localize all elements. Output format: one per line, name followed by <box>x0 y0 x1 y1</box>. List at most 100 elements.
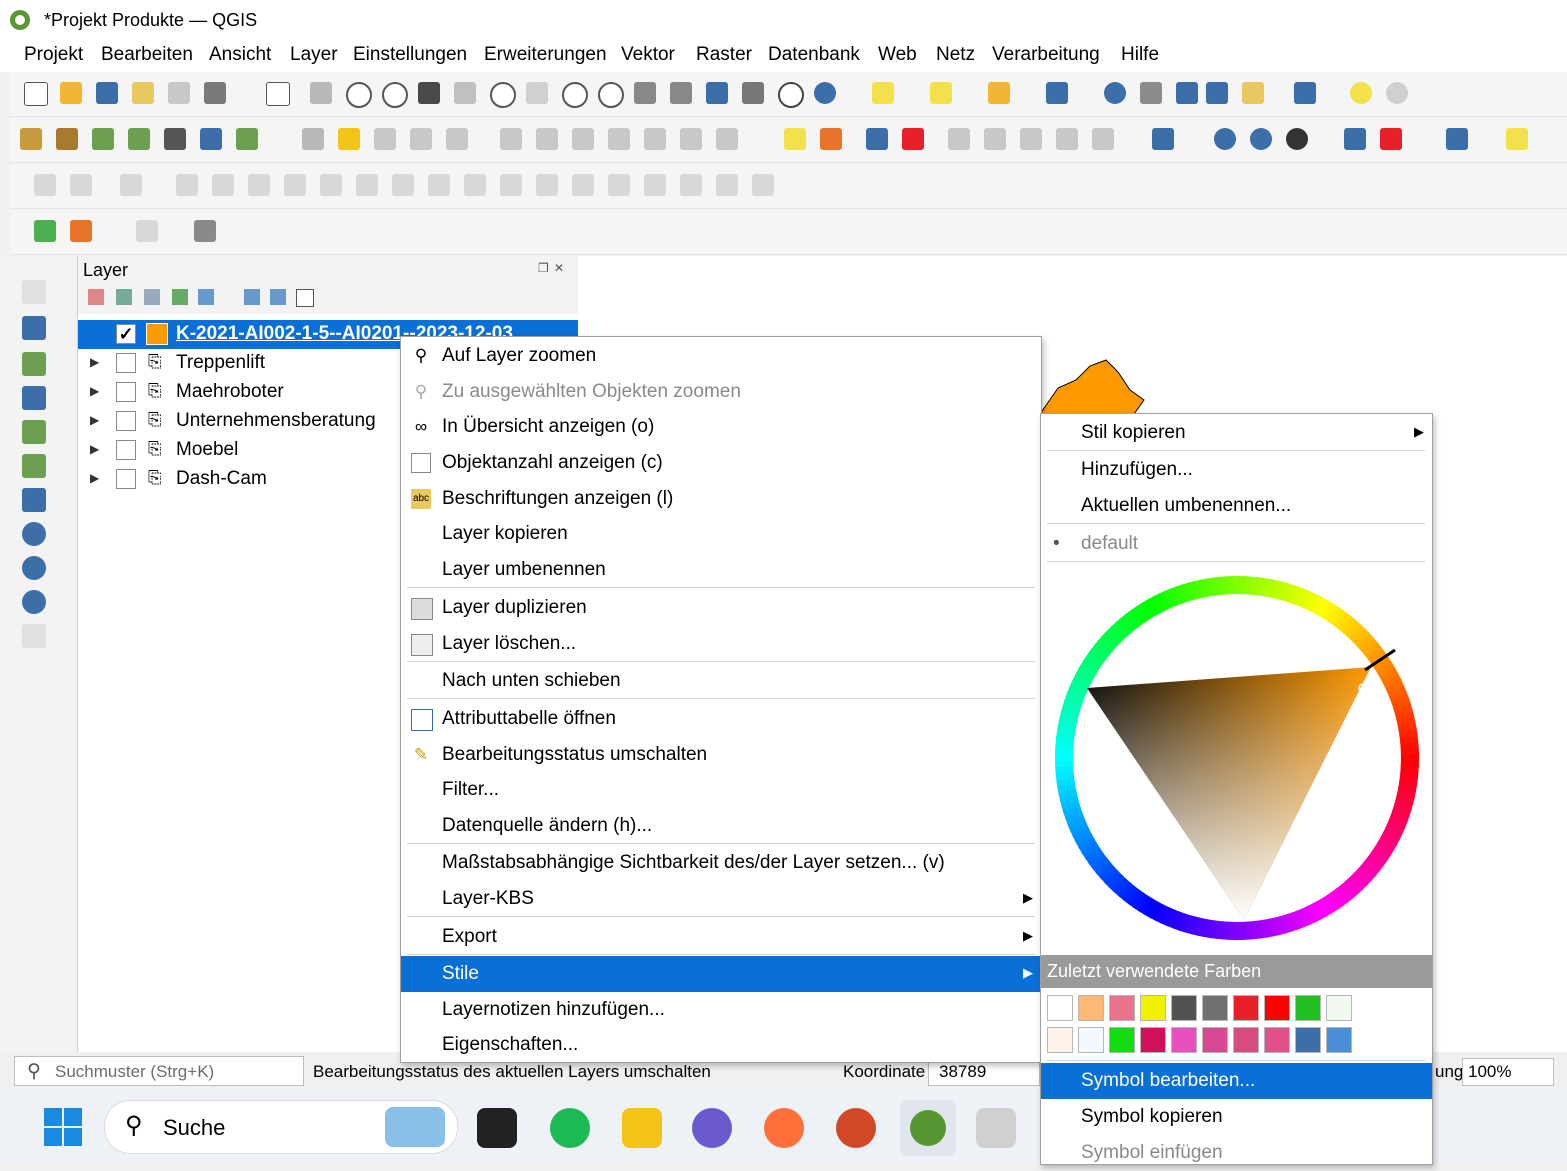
menu-layer[interactable]: Layer <box>290 44 338 66</box>
reshape-icon[interactable] <box>464 174 486 196</box>
new-map-view-icon[interactable] <box>634 82 656 104</box>
color-swatch[interactable] <box>1140 1027 1166 1053</box>
layer-styling-icon[interactable] <box>88 289 104 305</box>
color-swatch[interactable] <box>1264 1027 1290 1053</box>
printer-icon[interactable] <box>194 220 216 242</box>
deselect-icon[interactable] <box>988 82 1010 104</box>
color-swatch[interactable] <box>1202 1027 1228 1053</box>
new-project-icon[interactable] <box>24 82 48 106</box>
field-calculator-icon[interactable] <box>1140 82 1162 104</box>
new-shapefile-icon[interactable] <box>92 128 114 150</box>
current-edits-icon[interactable] <box>302 128 324 150</box>
identify-features-icon[interactable] <box>1046 82 1068 104</box>
data-source-manager-icon[interactable] <box>20 128 42 150</box>
help-icon[interactable] <box>1446 128 1468 150</box>
file-explorer-icon[interactable] <box>622 1108 662 1148</box>
submenu-item-copy-symbol[interactable]: Symbol kopieren <box>1041 1099 1432 1135</box>
collapse-all-icon[interactable] <box>270 289 286 305</box>
pan-to-selection-icon[interactable] <box>310 82 332 104</box>
advanced-digitizing-icon[interactable] <box>34 174 56 196</box>
add-vector-layer-icon[interactable] <box>22 280 46 304</box>
color-swatch[interactable] <box>1047 995 1073 1021</box>
add-delimited-text-icon[interactable] <box>22 386 46 410</box>
close-panel-icon[interactable]: ✕ <box>554 261 564 275</box>
new-spatialite-icon[interactable] <box>164 128 186 150</box>
add-wfs-icon[interactable] <box>22 556 46 580</box>
add-postgis-icon[interactable] <box>22 488 46 512</box>
web-map-icon[interactable] <box>1286 128 1308 150</box>
submenu-item-copy-style[interactable]: Stil kopieren ▶ <box>1041 415 1432 451</box>
remove-layer-icon[interactable] <box>296 289 314 307</box>
new-print-layout-icon[interactable] <box>132 82 154 104</box>
menu-bearbeiten[interactable]: Bearbeiten <box>101 44 193 66</box>
trim-extend-icon[interactable] <box>752 174 774 196</box>
attribute-table-toolbar-icon[interactable] <box>1242 82 1264 104</box>
undo-icon[interactable] <box>680 128 702 150</box>
delete-ring-icon[interactable] <box>392 174 414 196</box>
new-geopackage-icon[interactable] <box>56 128 78 150</box>
shortest-path-icon[interactable] <box>136 220 158 242</box>
menu-einstellungen[interactable]: Einstellungen <box>353 44 467 66</box>
diagram-icon[interactable] <box>820 128 842 150</box>
metasearch-icon[interactable] <box>1214 128 1236 150</box>
save-project-icon[interactable] <box>96 82 118 104</box>
color-swatch[interactable] <box>1109 995 1135 1021</box>
add-part-icon[interactable] <box>320 174 342 196</box>
qgis-taskbar-icon[interactable] <box>900 1100 956 1156</box>
cut-features-icon[interactable] <box>572 128 594 150</box>
menu-item-filter[interactable]: Filter... <box>401 772 1041 808</box>
color-swatch[interactable] <box>1326 995 1352 1021</box>
show-hide-labels-icon[interactable] <box>902 128 924 150</box>
menu-vektor[interactable]: Vektor <box>621 44 675 66</box>
select-by-value-icon[interactable] <box>930 82 952 104</box>
label-properties-icon[interactable] <box>1056 128 1078 150</box>
locator-icon[interactable] <box>34 220 56 242</box>
add-wcs-icon[interactable] <box>22 590 46 614</box>
menu-item-open-attribute-table[interactable]: Attributtabelle öffnen <box>401 701 1041 737</box>
zoom-to-layer-icon[interactable] <box>490 82 516 108</box>
plugin-icon[interactable] <box>1380 128 1402 150</box>
color-swatch[interactable] <box>1233 995 1259 1021</box>
delete-part-icon[interactable] <box>428 174 450 196</box>
rotate-feature-icon[interactable] <box>212 174 234 196</box>
select-features-icon[interactable] <box>872 82 894 104</box>
menu-item-copy-layer[interactable]: Layer kopieren <box>401 516 1041 552</box>
menu-item-export[interactable]: Export ▶ <box>401 919 1041 955</box>
submenu-item-edit-symbol[interactable]: Symbol bearbeiten... <box>1041 1063 1432 1099</box>
open-project-icon[interactable] <box>60 82 82 104</box>
menu-verarbeitung[interactable]: Verarbeitung <box>992 44 1100 66</box>
move-feature-icon[interactable] <box>176 174 198 196</box>
add-group-icon[interactable] <box>116 289 132 305</box>
menu-item-change-data-source[interactable]: Datenquelle ändern (h)... <box>401 808 1041 844</box>
copy-features-icon[interactable] <box>608 128 630 150</box>
menu-erweiterungen[interactable]: Erweiterungen <box>484 44 607 66</box>
menu-item-show-in-overview[interactable]: ∞ In Übersicht anzeigen (o) <box>401 409 1041 445</box>
layer-visibility-checkbox[interactable]: ✓ <box>116 324 136 344</box>
add-spatialite-icon[interactable] <box>22 420 46 444</box>
menu-ansicht[interactable]: Ansicht <box>209 44 271 66</box>
menu-item-show-labels[interactable]: abc Beschriftungen anzeigen (l) <box>401 481 1041 517</box>
identify-icon[interactable] <box>1104 82 1126 104</box>
unpin-labels-icon[interactable] <box>1092 128 1114 150</box>
menu-item-move-down[interactable]: Nach unten schieben <box>401 663 1041 699</box>
expand-arrow-icon[interactable]: ▶ <box>90 442 99 456</box>
menu-item-duplicate-layer[interactable]: Layer duplizieren <box>401 590 1041 626</box>
statistics-icon[interactable] <box>1206 82 1228 104</box>
new-virtual-layer-icon[interactable] <box>200 128 222 150</box>
color-swatch[interactable] <box>1140 995 1166 1021</box>
zoom-to-selection-icon[interactable] <box>454 82 476 104</box>
measure-icon[interactable] <box>1294 82 1316 104</box>
windows-start-icon[interactable] <box>44 1108 82 1146</box>
menu-datenbank[interactable]: Datenbank <box>768 44 860 66</box>
menu-projekt[interactable]: Projekt <box>24 44 83 66</box>
color-swatch[interactable] <box>1171 995 1197 1021</box>
vertex-tool-icon[interactable] <box>446 128 468 150</box>
menu-item-toggle-editing[interactable]: ✎ Bearbeitungsstatus umschalten <box>401 737 1041 773</box>
show-bookmarks-icon[interactable] <box>742 82 764 104</box>
web-search-icon[interactable] <box>1250 128 1272 150</box>
move-label-icon[interactable] <box>948 128 970 150</box>
color-swatch[interactable] <box>1233 1027 1259 1053</box>
submenu-item-add-style[interactable]: Hinzufügen... <box>1041 452 1432 488</box>
float-panel-icon[interactable]: ❐ <box>538 261 549 275</box>
spotify-icon[interactable] <box>550 1108 590 1148</box>
